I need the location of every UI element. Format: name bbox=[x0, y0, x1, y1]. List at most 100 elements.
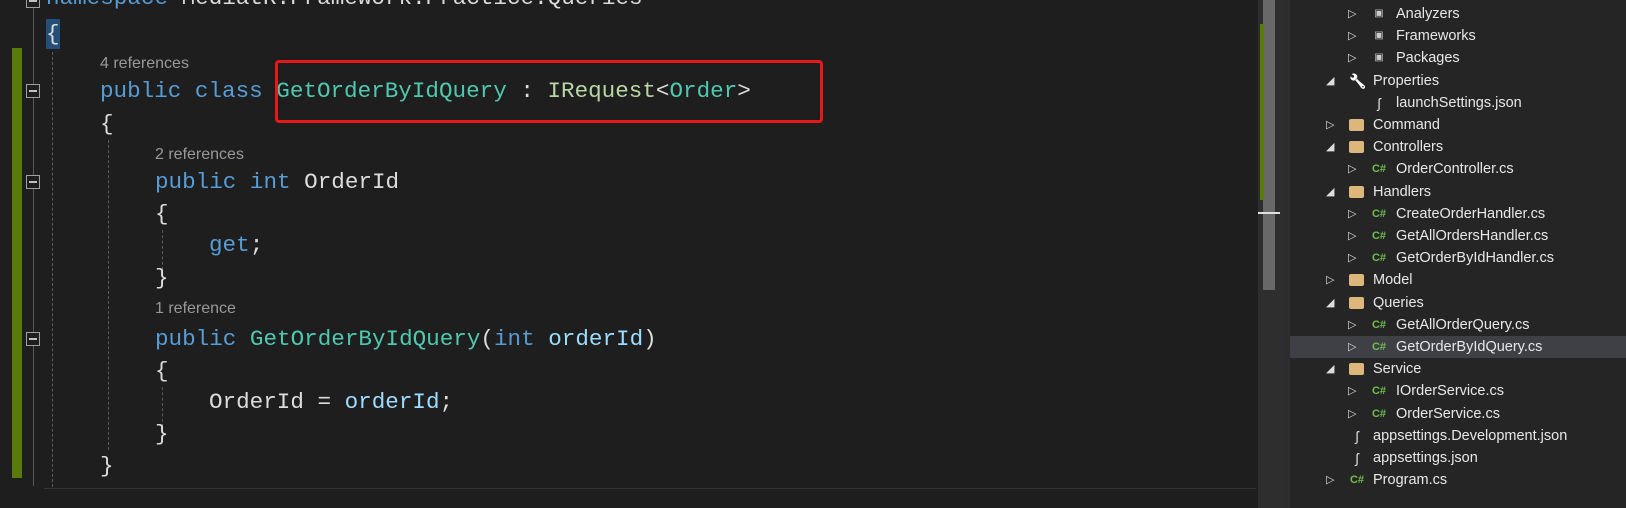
tree-item[interactable]: ▷ C# GetAllOrdersHandler.cs bbox=[1290, 225, 1626, 247]
constructor-declaration-line: public GetOrderByIdQuery(int orderId) bbox=[155, 326, 657, 352]
csharp-file-icon: C# bbox=[1371, 318, 1387, 331]
constructor-close-brace: } bbox=[155, 421, 169, 447]
folder-icon bbox=[1349, 119, 1364, 131]
class-references-codelens[interactable]: 4 references bbox=[100, 54, 189, 74]
json-file-icon: ʃ bbox=[1355, 450, 1359, 466]
tree-item-label: Properties bbox=[1373, 72, 1440, 89]
tree-item-label: Queries bbox=[1373, 294, 1424, 311]
expand-arrow-icon[interactable]: ▷ bbox=[1348, 247, 1356, 269]
csharp-file-icon: C# bbox=[1371, 385, 1387, 398]
expand-arrow-icon[interactable]: ▷ bbox=[1348, 47, 1356, 69]
tree-item[interactable]: ▷ C# Program.cs bbox=[1290, 469, 1626, 491]
vertical-scrollbar[interactable] bbox=[1258, 0, 1282, 508]
collapse-arrow-icon[interactable]: ◢ bbox=[1326, 136, 1334, 158]
collapse-arrow-icon[interactable]: ◢ bbox=[1326, 292, 1334, 314]
analyzer-icon: ▣ bbox=[1374, 8, 1384, 19]
expand-arrow-icon[interactable]: ▷ bbox=[1348, 336, 1356, 358]
scrollbar-change-marker bbox=[1260, 24, 1264, 200]
json-file-icon: ʃ bbox=[1355, 427, 1359, 444]
collapse-class-icon[interactable] bbox=[26, 84, 40, 98]
scrollbar-thumb[interactable] bbox=[1263, 0, 1275, 290]
tree-item[interactable]: ▷ C# CreateOrderHandler.cs bbox=[1290, 203, 1626, 225]
property-open-brace: { bbox=[155, 201, 169, 227]
tree-item-label: GetOrderByIdHandler.cs bbox=[1396, 250, 1554, 267]
property-close-brace: } bbox=[155, 265, 169, 291]
folder-open-icon bbox=[1349, 296, 1364, 309]
expand-arrow-icon[interactable]: ▷ bbox=[1348, 25, 1356, 47]
expand-arrow-icon[interactable]: ▷ bbox=[1348, 380, 1356, 402]
expand-arrow-icon[interactable]: ▷ bbox=[1326, 114, 1334, 136]
csharp-file-icon: C# bbox=[1371, 207, 1387, 220]
tree-item[interactable]: ▷ C# IOrderService.cs bbox=[1290, 380, 1626, 402]
expand-arrow-icon[interactable]: ▷ bbox=[1348, 203, 1356, 225]
tree-item[interactable]: ◢ Handlers bbox=[1290, 181, 1626, 203]
tree-item[interactable]: ▷ ▣ Analyzers bbox=[1290, 3, 1626, 25]
property-declaration-line: public int OrderId bbox=[155, 169, 400, 195]
wrench-icon: 🔧 bbox=[1349, 72, 1367, 89]
collapse-property-icon[interactable] bbox=[26, 175, 40, 189]
tree-item[interactable]: ▷ C# GetOrderByIdQuery.cs bbox=[1290, 336, 1626, 358]
tree-item-label: Packages bbox=[1396, 50, 1460, 67]
collapse-constructor-icon[interactable] bbox=[26, 332, 40, 346]
expand-arrow-icon[interactable]: ▷ bbox=[1348, 403, 1356, 425]
csharp-file-icon: C# bbox=[1371, 407, 1387, 420]
collapse-namespace-icon[interactable] bbox=[26, 0, 40, 8]
tree-item[interactable]: ◢ Controllers bbox=[1290, 136, 1626, 158]
package-icon: ▣ bbox=[1374, 52, 1384, 64]
tree-item-label: Controllers bbox=[1373, 139, 1444, 156]
scrollbar-caret-marker bbox=[1258, 212, 1280, 214]
csharp-file-icon: C# bbox=[1371, 163, 1387, 176]
folder-icon bbox=[1349, 274, 1364, 287]
tree-item[interactable]: ʃ launchSettings.json bbox=[1290, 92, 1626, 114]
tree-item[interactable]: ▷ C# OrderController.cs bbox=[1290, 158, 1626, 180]
class-close-brace: } bbox=[100, 453, 114, 479]
expand-arrow-icon[interactable]: ▷ bbox=[1348, 3, 1356, 25]
csharp-file-icon: C# bbox=[1371, 252, 1387, 265]
expand-arrow-icon[interactable]: ▷ bbox=[1348, 158, 1356, 180]
tree-item[interactable]: ▷ C# GetOrderByIdHandler.cs bbox=[1290, 247, 1626, 269]
code-editor[interactable]: namespace MediatR.Framework.Practice.Que… bbox=[0, 0, 1256, 508]
getter-line: get; bbox=[209, 232, 264, 258]
tree-item[interactable]: ▷ ▣ Frameworks bbox=[1290, 25, 1626, 47]
fold-line bbox=[33, 8, 34, 84]
tree-item-label: Handlers bbox=[1373, 183, 1432, 200]
tree-item-label: appsettings.Development.json bbox=[1373, 427, 1568, 444]
tree-item-label: GetAllOrderQuery.cs bbox=[1396, 316, 1530, 333]
tree-item-label: Analyzers bbox=[1396, 6, 1460, 22]
tree-item[interactable]: ▷ C# GetAllOrderQuery.cs bbox=[1290, 314, 1626, 336]
collapse-arrow-icon[interactable]: ◢ bbox=[1326, 358, 1334, 380]
expand-arrow-icon[interactable]: ▷ bbox=[1348, 225, 1356, 247]
json-file-icon: ʃ bbox=[1377, 94, 1381, 111]
collapse-arrow-icon[interactable]: ◢ bbox=[1326, 70, 1334, 92]
tree-item-label: Model bbox=[1373, 272, 1413, 289]
expand-arrow-icon[interactable]: ▷ bbox=[1348, 314, 1356, 336]
tree-item[interactable]: ◢ Service bbox=[1290, 358, 1626, 380]
property-references-codelens[interactable]: 2 references bbox=[155, 145, 244, 165]
tree-item[interactable]: ▷ Model bbox=[1290, 269, 1626, 291]
tree-item[interactable]: ʃ appsettings.json bbox=[1290, 447, 1626, 469]
framework-icon: ▣ bbox=[1374, 30, 1384, 42]
tree-item[interactable]: ▷ C# OrderService.cs bbox=[1290, 403, 1626, 425]
highlight-annotation-box bbox=[275, 60, 823, 123]
tree-item-label: Command bbox=[1373, 117, 1440, 133]
tree-item-label: GetAllOrdersHandler.cs bbox=[1396, 228, 1549, 244]
folder-open-icon bbox=[1349, 185, 1364, 198]
tree-item[interactable]: ◢ 🔧 Properties bbox=[1290, 70, 1626, 92]
assignment-line: OrderId = orderId; bbox=[209, 389, 454, 415]
expand-arrow-icon[interactable]: ▷ bbox=[1326, 469, 1334, 491]
change-indicator-bar bbox=[12, 48, 22, 478]
csharp-file-icon: C# bbox=[1371, 341, 1387, 353]
collapse-arrow-icon[interactable]: ◢ bbox=[1326, 181, 1334, 203]
tree-item[interactable]: ʃ appsettings.Development.json bbox=[1290, 425, 1626, 447]
tree-item[interactable]: ◢ Queries bbox=[1290, 292, 1626, 314]
constructor-open-brace: { bbox=[155, 358, 169, 384]
csharp-file-icon: C# bbox=[1371, 230, 1387, 242]
expand-arrow-icon[interactable]: ▷ bbox=[1326, 269, 1334, 291]
constructor-references-codelens[interactable]: 1 reference bbox=[155, 299, 236, 319]
tree-item[interactable]: ▷ ▣ Packages bbox=[1290, 47, 1626, 69]
horizontal-scrollbar[interactable] bbox=[44, 488, 1256, 508]
tree-item[interactable]: ▷ Command bbox=[1290, 114, 1626, 136]
panel-splitter[interactable] bbox=[1282, 0, 1290, 508]
fold-line bbox=[33, 98, 34, 175]
csharp-file-icon: C# bbox=[1349, 474, 1365, 487]
